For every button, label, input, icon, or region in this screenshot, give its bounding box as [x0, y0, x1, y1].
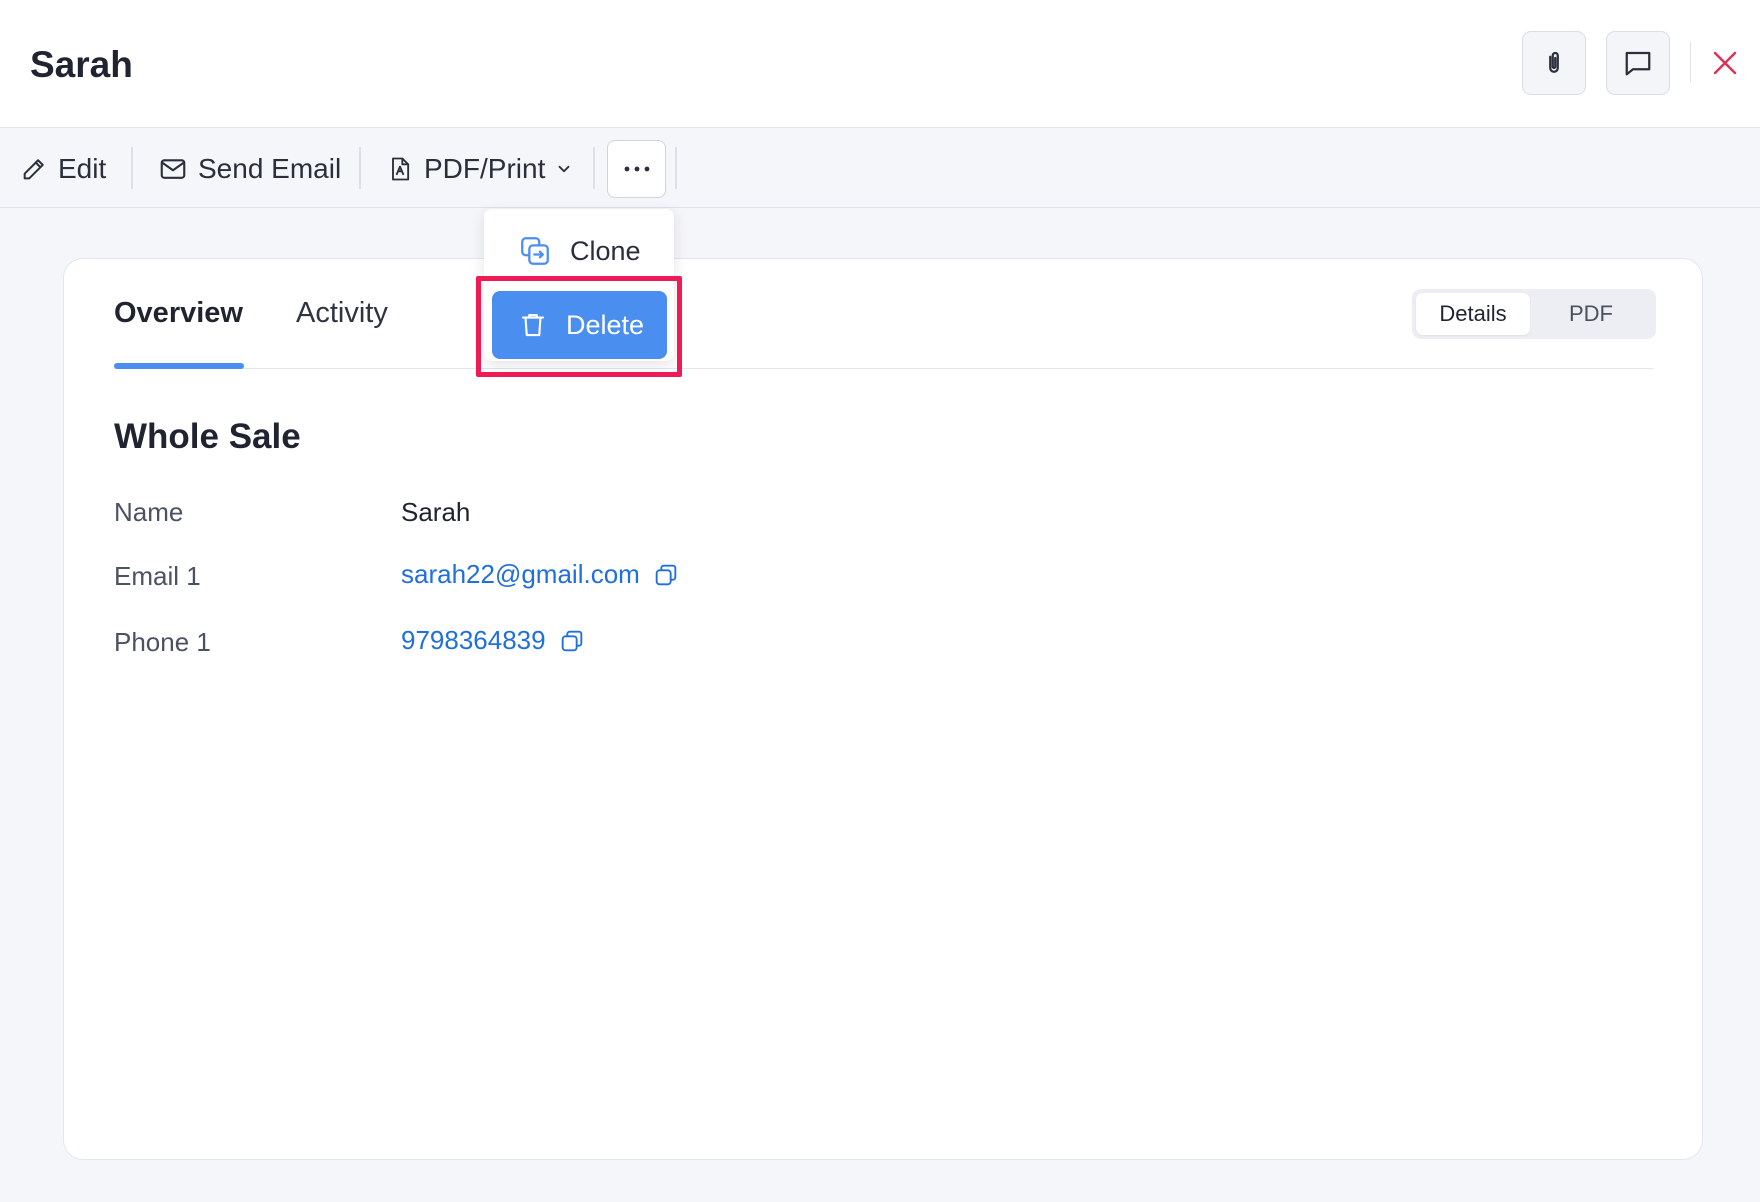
chevron-down-icon — [558, 165, 570, 172]
name-label: Name — [114, 497, 184, 527]
active-tab-indicator — [114, 363, 244, 369]
phone-link[interactable]: 9798364839 — [401, 625, 546, 656]
header-bar: Sarah — [0, 0, 1760, 128]
pdf-print-button[interactable]: PDF/Print — [386, 129, 573, 208]
email-label: Email 1 — [114, 561, 201, 591]
section-title: Whole Sale — [114, 417, 301, 456]
page-title: Sarah — [30, 44, 133, 85]
comment-button[interactable] — [1606, 31, 1670, 95]
delete-highlight-box — [476, 276, 682, 377]
view-toggle: Details PDF — [1412, 289, 1656, 339]
phone-value: 9798364839 — [401, 625, 586, 656]
phone-label: Phone 1 — [114, 627, 211, 657]
paperclip-icon — [1549, 51, 1559, 73]
tab-overview[interactable]: Overview — [114, 297, 243, 330]
copy-icon[interactable] — [652, 561, 680, 589]
tab-activity[interactable]: Activity — [296, 297, 388, 330]
name-text: Sarah — [401, 497, 471, 527]
more-actions-button[interactable] — [607, 140, 666, 198]
email-link[interactable]: sarah22@gmail.com — [401, 559, 640, 590]
copy-icon[interactable] — [558, 627, 586, 655]
close-icon — [1713, 51, 1737, 75]
toolbar-divider — [131, 147, 133, 189]
tabs-divider — [114, 368, 1654, 369]
email-value: sarah22@gmail.com — [401, 559, 680, 590]
pdf-toggle[interactable]: PDF — [1530, 293, 1652, 335]
clone-label: Clone — [570, 235, 641, 266]
toolbar-divider — [675, 147, 677, 189]
mail-icon — [160, 158, 186, 179]
action-toolbar: Edit Send Email PDF/Print — [0, 129, 1760, 208]
details-toggle[interactable]: Details — [1416, 293, 1530, 335]
clone-icon — [521, 237, 549, 265]
toolbar-divider — [593, 147, 595, 189]
pdf-print-label: PDF/Print — [424, 152, 546, 184]
pdf-file-icon — [392, 157, 410, 180]
more-horizontal-icon — [624, 166, 649, 172]
send-email-label: Send Email — [198, 152, 342, 184]
name-value: Sarah — [401, 497, 470, 528]
menu-item-clone[interactable]: Clone — [492, 217, 667, 285]
pencil-icon — [23, 158, 44, 179]
comment-icon — [1625, 51, 1651, 76]
toolbar-divider — [359, 147, 361, 189]
send-email-button[interactable]: Send Email — [158, 129, 341, 208]
edit-label: Edit — [58, 152, 107, 184]
header-divider — [1690, 42, 1691, 82]
details-card: Overview Activity Details PDF Whole Sale… — [63, 258, 1703, 1160]
close-button[interactable] — [1705, 43, 1745, 83]
attach-button[interactable] — [1522, 31, 1586, 95]
edit-button[interactable]: Edit — [20, 129, 106, 208]
